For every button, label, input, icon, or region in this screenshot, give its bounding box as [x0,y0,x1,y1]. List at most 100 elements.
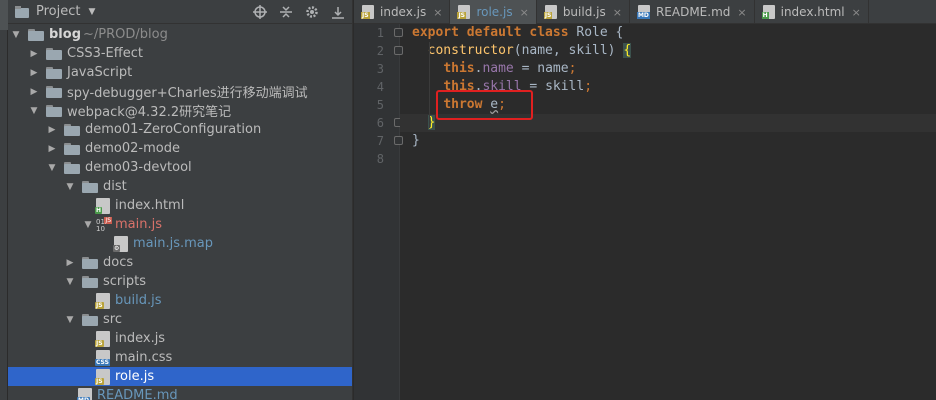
line-number: 7 [376,134,384,148]
chevron-down-icon[interactable]: ▼ [64,310,76,329]
tree-item-label: index.js [115,331,166,346]
tab-label: role.js [476,5,513,19]
indent-guide [429,42,430,128]
folder-icon [82,275,98,288]
code-line: export default class Role { [412,24,936,42]
map-file-icon: ⚙ [113,235,128,252]
chevron-down-icon[interactable]: ▼ [64,272,76,291]
project-header: Project ▼ [8,0,352,24]
folder-icon [28,28,44,41]
chevron-down-icon[interactable]: ▼ [82,215,94,234]
tab-README-md[interactable]: MD README.md × [630,0,755,24]
chevron-right-icon[interactable]: ▶ [64,253,76,272]
code-token: = name [513,61,569,76]
tree-item-label: demo01-ZeroConfiguration [85,122,262,137]
tree-file-row[interactable]: ▶CSSmain.css [8,348,352,367]
collapse-icon[interactable] [278,4,294,20]
code-token: export default class [412,25,577,40]
chevron-right-icon[interactable]: ▶ [28,82,40,101]
tree-file-row[interactable]: ▶⚙main.js.map [8,234,352,253]
js-file-icon: JS [543,5,557,19]
tab-role-js[interactable]: JS role.js × [450,0,537,24]
tree-file-row[interactable]: ▶JSindex.js [8,329,352,348]
fold-marker-icon[interactable] [394,136,403,145]
tree-item-label: webpack@4.32.2研究笔记 [67,105,232,120]
tree-file-row[interactable]: ▶MDREADME.md [8,386,352,400]
close-icon[interactable]: × [433,6,442,19]
tree-folder-row[interactable]: ▶ JavaScript [8,63,352,82]
js-file-icon: JS [95,330,110,347]
tree-item-label: JavaScript [67,65,133,80]
close-icon[interactable]: × [520,6,529,19]
tree-folder-row[interactable]: ▶ CSS3-Effect [8,44,352,63]
code-token: (name, skill) [513,43,624,58]
close-icon[interactable]: × [737,6,746,19]
target-icon[interactable] [252,4,268,20]
html-file-icon: H [95,197,110,214]
chevron-right-icon[interactable]: ▶ [46,139,58,158]
tree-folder-row[interactable]: ▼ src [8,310,352,329]
tree-folder-row[interactable]: ▼ dist [8,177,352,196]
editor: JS index.js × JS role.js × JS build.js × MD README… [354,0,936,400]
folder-icon [46,85,62,98]
tree-file-row[interactable]: ▶JSrole.js [8,367,352,386]
tab-index-html[interactable]: Hindex.html × [755,0,869,24]
chevron-down-icon[interactable]: ▼ [10,25,22,44]
code-token: ; [584,79,593,94]
annotation-highlight-box [436,90,533,120]
chevron-right-icon[interactable]: ▶ [28,63,40,82]
fold-marker-icon[interactable] [394,28,403,37]
close-icon[interactable]: × [613,6,622,19]
tree-folder-row[interactable]: ▶ demo02-mode [8,139,352,158]
tree-folder-row[interactable]: ▼ blog ~/PROD/blog [8,25,352,44]
folder-icon [64,142,80,155]
tree-folder-row[interactable]: ▼ scripts [8,272,352,291]
chevron-down-icon[interactable]: ▼ [46,158,58,177]
gear-icon[interactable] [304,4,320,20]
tree-folder-row[interactable]: ▼ webpack@4.32.2研究笔记 [8,101,352,120]
tree-item-path: ~/PROD/blog [83,27,168,42]
fold-marker-icon[interactable] [394,46,403,55]
md-file-icon: MD [77,387,92,400]
code-token: name [482,61,514,76]
tab-build-js[interactable]: JS build.js × [537,0,630,24]
tab-index-js[interactable]: JS index.js × [354,0,451,24]
tree-item-label: docs [103,255,134,270]
tree-folder-row[interactable]: ▶ docs [8,253,352,272]
folder-icon [46,47,62,60]
code-token: ; [568,61,577,76]
hide-icon[interactable] [330,4,346,20]
project-tool-tab[interactable] [0,0,8,30]
tree-item-label: role.js [115,369,155,384]
tree-folder-row[interactable]: ▶ demo01-ZeroConfiguration [8,120,352,139]
tree-file-row[interactable]: ▶Hindex.html [8,196,352,215]
chevron-down-icon[interactable]: ▼ [28,101,40,120]
code-area[interactable]: 1 2 3 4 5 6 7 8 export default class Role { con… [354,24,936,400]
tool-window-strip[interactable] [0,0,8,400]
chevron-down-icon[interactable]: ▼ [88,7,95,17]
tree-file-row[interactable]: ▼ 01 10 JS main.js [8,215,352,234]
line-number: 2 [376,44,384,58]
project-tree: ▼ blog ~/PROD/blog ▶ CSS3-Effect ▶ JavaScript ▶… [8,25,352,400]
tree-file-row[interactable]: ▶JSbuild.js [8,291,352,310]
chevron-right-icon[interactable]: ▶ [28,44,40,63]
css-file-icon: CSS [95,349,110,366]
project-title[interactable]: Project [36,4,80,19]
line-number: 4 [376,80,384,94]
folder-icon [82,313,98,326]
tree-folder-row[interactable]: ▶ spy-debugger+Charles进行移动端调试 [8,82,352,101]
folder-icon [64,161,80,174]
tree-item-label: main.css [115,350,173,365]
chevron-right-icon[interactable]: ▶ [46,120,58,139]
project-view-icon [14,4,30,20]
close-icon[interactable]: × [852,6,861,19]
line-number: 8 [376,152,384,166]
folder-icon [46,104,62,117]
chevron-down-icon[interactable]: ▼ [64,177,76,196]
tree-folder-row[interactable]: ▼ demo03-devtool [8,158,352,177]
tree-item-label: demo02-mode [85,141,180,156]
project-panel: Project ▼ ▼ blog ~/PROD/blog ▶ CSS3-Effect ▶ J… [8,0,353,400]
code-line: constructor(name, skill) { [412,42,936,60]
